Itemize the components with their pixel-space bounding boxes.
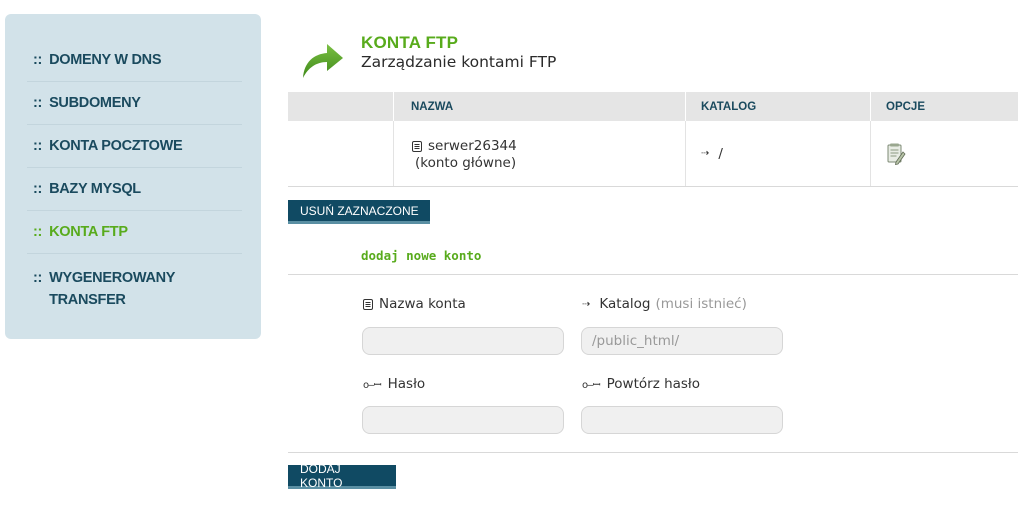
key-icon: o⁠‒⁠ꟷ	[363, 380, 382, 391]
page-title: KONTA FTP	[361, 33, 459, 52]
delete-selected-button[interactable]: USUŃ ZAZNACZONE	[288, 200, 430, 224]
directory-label: ⇢ Katalog (musi istnieć)	[582, 296, 747, 312]
document-icon	[412, 140, 422, 152]
sidebar-item-label: KONTA POCZTOWE	[49, 138, 183, 154]
sidebar-item-prefix: ::	[33, 95, 43, 111]
sidebar-item-label: DOMENY W DNS	[49, 51, 162, 68]
account-directory: /	[718, 145, 723, 162]
table-row: serwer26344 (konto główne) ⇢ /	[288, 121, 1018, 187]
arrow-right-icon: ⇢	[582, 298, 591, 310]
curved-arrow-icon	[303, 44, 343, 78]
account-name: serwer26344	[428, 137, 517, 154]
sidebar-item-label: BAZY MYSQL	[49, 181, 141, 197]
sidebar: :: DOMENY W DNS :: SUBDOMENY :: KONTA PO…	[5, 14, 261, 339]
add-account-heading: dodaj nowe konto	[361, 248, 482, 263]
divider	[288, 452, 1018, 453]
sidebar-item-mysql-databases[interactable]: :: BAZY MYSQL	[27, 168, 242, 211]
divider	[288, 274, 1018, 275]
account-name-cell: serwer26344 (konto główne)	[393, 121, 685, 186]
column-header-options: OPCJE	[870, 92, 1018, 121]
account-options-cell	[870, 121, 1018, 186]
repeat-password-label-text: Powtórz hasło	[606, 376, 701, 392]
sidebar-item-dns-domains[interactable]: :: DOMENY W DNS	[27, 38, 242, 82]
document-icon	[363, 298, 373, 310]
password-input[interactable]	[362, 406, 564, 434]
directory-input[interactable]	[581, 327, 783, 355]
column-header-directory: KATALOG	[685, 92, 870, 121]
arrow-right-icon: ⇢	[701, 148, 710, 159]
directory-hint: (musi istnieć)	[655, 296, 747, 312]
repeat-password-input[interactable]	[581, 406, 783, 434]
sidebar-item-subdomains[interactable]: :: SUBDOMENY	[27, 82, 242, 125]
account-directory-cell: ⇢ /	[685, 121, 870, 186]
page-subtitle: Zarządzanie kontami FTP	[361, 53, 557, 71]
sidebar-item-mail-accounts[interactable]: :: KONTA POCZTOWE	[27, 125, 242, 168]
account-name-input[interactable]	[362, 327, 564, 355]
repeat-password-label: o⁠‒⁠ꟷ Powtórz hasło	[582, 376, 700, 392]
key-icon: o⁠‒⁠ꟷ	[582, 380, 601, 391]
column-header-select	[288, 92, 393, 121]
sidebar-item-prefix: ::	[33, 138, 43, 154]
account-name-label-text: Nazwa konta	[379, 296, 466, 312]
sidebar-item-label: SUBDOMENY	[49, 95, 141, 111]
column-header-name: NAZWA	[393, 92, 685, 121]
password-label: o⁠‒⁠ꟷ Hasło	[363, 376, 425, 392]
ftp-accounts-table: NAZWA KATALOG OPCJE serwer26344 (konto g…	[288, 92, 1018, 187]
sidebar-item-label: KONTA FTP	[49, 224, 128, 240]
add-account-button[interactable]: DODAJ KONTO	[288, 462, 396, 490]
password-label-text: Hasło	[387, 376, 426, 392]
account-name-label: Nazwa konta	[363, 296, 466, 312]
sidebar-item-label: WYGENEROWANY TRANSFER	[49, 270, 175, 308]
table-header: NAZWA KATALOG OPCJE	[288, 92, 1018, 121]
sidebar-item-prefix: ::	[33, 270, 43, 286]
sidebar-item-prefix: ::	[33, 51, 43, 68]
sidebar-item-ftp-accounts[interactable]: :: KONTA FTP	[27, 211, 242, 254]
row-select-cell	[288, 121, 393, 186]
edit-notepad-icon[interactable]	[886, 143, 906, 165]
directory-label-text: Katalog	[599, 296, 651, 312]
sidebar-item-prefix: ::	[33, 224, 43, 240]
sidebar-item-prefix: ::	[33, 181, 43, 197]
sidebar-item-generated-transfer[interactable]: :: WYGENEROWANY TRANSFER	[27, 254, 242, 311]
account-note: (konto główne)	[415, 154, 517, 171]
